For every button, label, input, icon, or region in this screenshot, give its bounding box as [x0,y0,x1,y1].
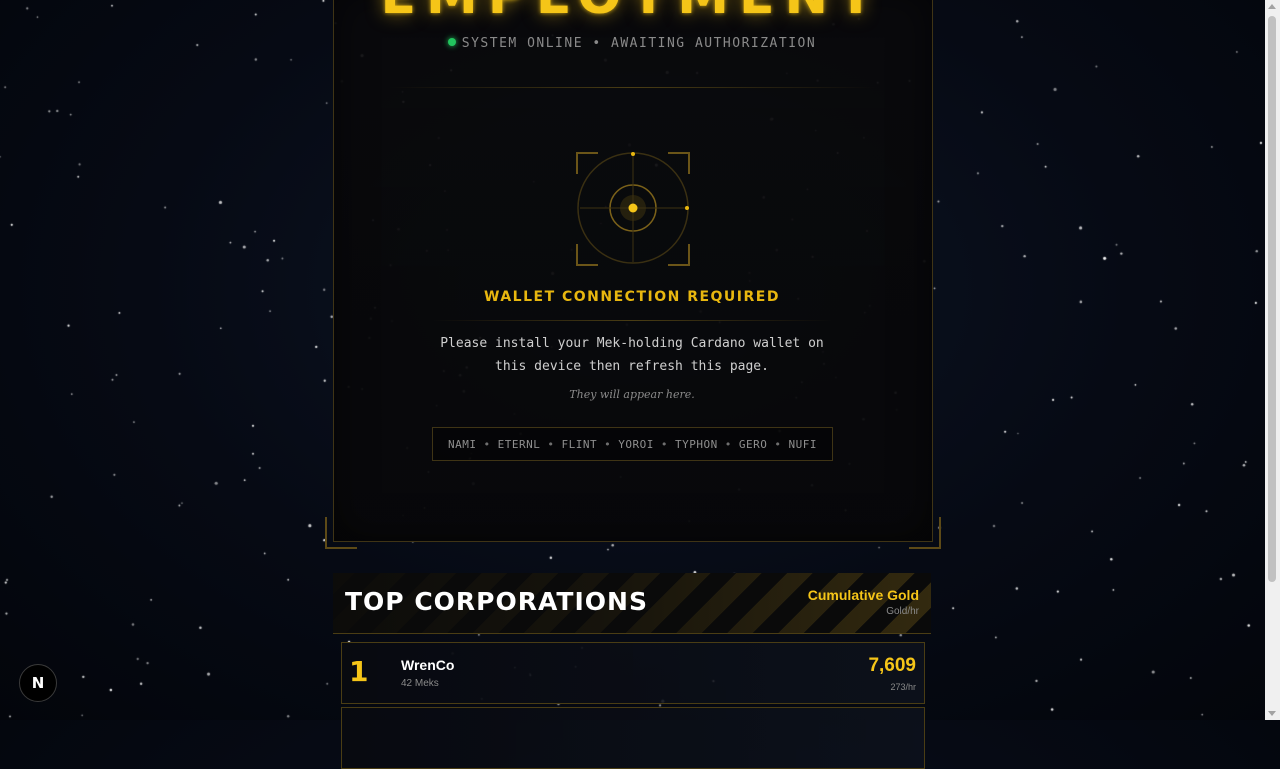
wallet-name: NAMI [448,437,477,451]
panel-corner-bracket [325,517,357,549]
page-title: EMPLOYMENT [333,0,931,26]
mek-count: 42 Meks [401,678,439,689]
leaderboard-title: TOP CORPORATIONS [345,587,648,616]
header-divider [390,87,875,88]
wallet-name: FLINT [561,437,598,451]
metric-label: Cumulative Gold [807,587,919,603]
leaderboard-row[interactable] [341,707,925,769]
metric-sublabel: Gold/hr [886,606,919,617]
page-scrollbar[interactable] [1265,0,1280,720]
wallet-name: TYPHON [675,437,718,451]
wallet-name: YOROI [618,437,654,451]
status-text: SYSTEM ONLINE • AWAITING AUTHORIZATION [461,36,817,51]
system-status: SYSTEM ONLINE • AWAITING AUTHORIZATION [333,36,931,51]
target-reticle-icon [576,152,690,266]
dev-tools-badge[interactable]: N [19,664,57,702]
panel-corner-bracket [909,517,941,549]
wallet-name: GERO [738,437,768,451]
status-online-icon [447,38,456,46]
wallet-divider [432,320,832,321]
leaderboard-metric: Cumulative Gold Gold/hr [808,587,919,617]
wallet-required-heading: WALLET CONNECTION REQUIRED [484,289,780,305]
leaderboard-row[interactable]: 1 WrenCo 42 Meks 7,609 273/hr [341,642,925,704]
cumulative-gold: 7,609 [868,655,916,676]
wallet-name: NUFI [788,437,817,451]
row-rank: 1 [349,655,369,688]
gold-rate: 273/hr [890,682,916,692]
wallet-install-message: Please install your Mek-holding Cardano … [440,336,824,374]
wallet-name: ETERNL [497,437,541,451]
supported-wallets-list: NAMI • ETERNL • FLINT • YOROI • TYPHON • GERO… [432,427,833,461]
scroll-down-icon[interactable] [1268,711,1276,716]
corporation-name: WrenCo [401,657,455,673]
scrollbar-thumb[interactable] [1268,16,1276,582]
wallet-hint: They will appear here. [569,388,695,401]
leaderboard-header: TOP CORPORATIONS Cumulative Gold Gold/hr [333,573,931,634]
scroll-up-icon[interactable] [1268,4,1276,9]
